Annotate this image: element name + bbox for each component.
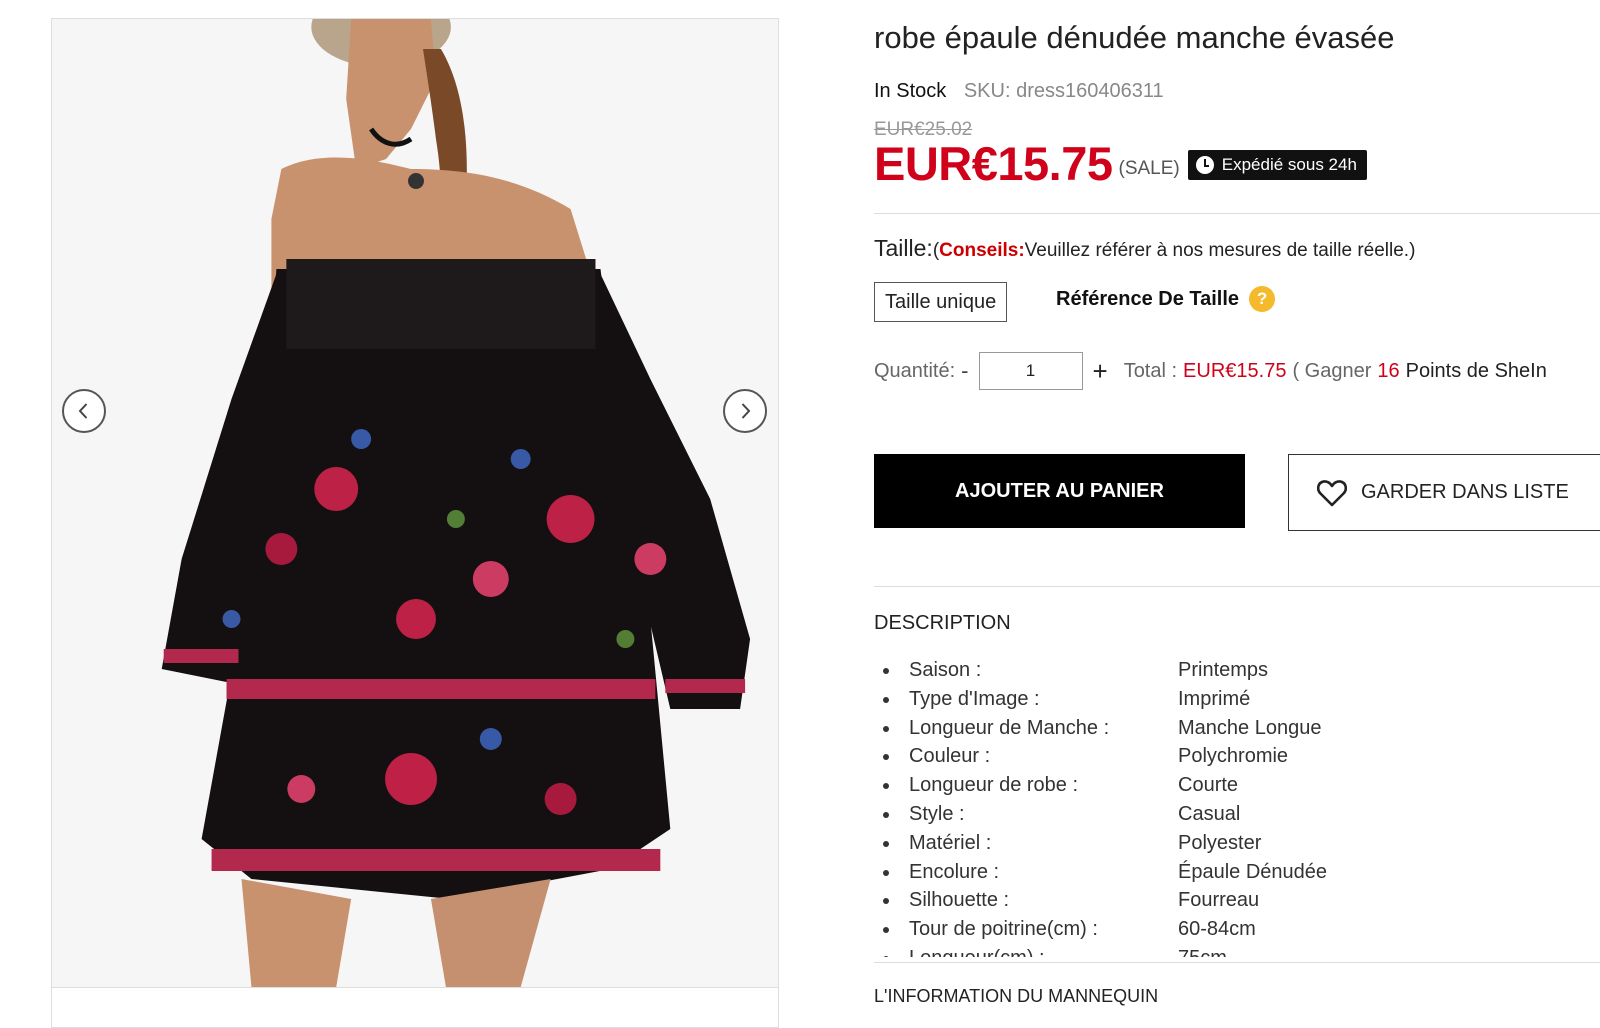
tips-text: Veuillez référer à nos mesures de taille…	[1024, 240, 1416, 261]
divider	[874, 213, 1600, 214]
add-to-cart-button[interactable]: AJOUTER AU PANIER	[874, 454, 1245, 528]
question-icon: ?	[1249, 286, 1276, 312]
bullet	[883, 927, 889, 934]
size-label-row: Taille:(Conseils:Veuillez référer à nos …	[874, 235, 1415, 262]
size-option-one-size[interactable]: Taille unique	[874, 282, 1008, 322]
quantity-increase-button[interactable]: +	[1093, 356, 1108, 387]
description-value: 60-84cm	[1178, 918, 1256, 941]
size-label: Taille:	[874, 235, 933, 261]
shipping-badge: Expédié sous 24h	[1187, 150, 1367, 180]
description-key: Longueur(cm) :	[909, 947, 1045, 957]
gallery-prev-button[interactable]	[62, 389, 106, 433]
description-value: Fourreau	[1178, 889, 1260, 912]
size-reference-label: Référence De Taille	[1056, 287, 1240, 310]
wishlist-button[interactable]: GARDER DANS LISTE	[1288, 454, 1600, 531]
description-key: Encolure :	[909, 860, 1000, 883]
stock-row: In Stock SKU: dress160406311	[874, 80, 1164, 103]
stock-status: In Stock	[874, 80, 947, 102]
divider	[874, 962, 1600, 963]
description-value: Imprimé	[1178, 687, 1251, 710]
description-key: Longueur de robe :	[909, 774, 1079, 797]
quantity-input[interactable]	[978, 352, 1083, 390]
description-key: Couleur :	[909, 745, 991, 768]
shipping-badge-label: Expédié sous 24h	[1221, 155, 1357, 174]
description-value: Manche Longue	[1178, 716, 1322, 739]
tips-strong: Conseils:	[939, 240, 1025, 261]
description-value: Polychromie	[1178, 745, 1289, 768]
gallery-next-button[interactable]	[723, 389, 767, 433]
quantity-label: Quantité:	[874, 359, 956, 382]
description-value: Casual	[1178, 802, 1241, 825]
description-key: Longueur de Manche :	[909, 716, 1110, 739]
description-item: Longueur de Manche : Manche Longue	[874, 715, 1600, 744]
total-label: Total :	[1123, 359, 1178, 382]
earn-points-suffix: Points de SheIn	[1405, 359, 1547, 382]
description-value: Polyester	[1178, 831, 1262, 854]
sale-price: EUR€15.75	[874, 136, 1113, 190]
heart-icon	[1317, 479, 1347, 506]
description-key: Silhouette :	[909, 889, 1010, 912]
description-item: Couleur : Polychromie	[874, 743, 1600, 772]
chevron-right-icon	[741, 403, 751, 419]
model-info-heading: L'INFORMATION DU MANNEQUIN	[874, 986, 1159, 1006]
sale-tag: (SALE)	[1118, 158, 1180, 179]
description-item: Longueur de robe : Courte	[874, 772, 1600, 801]
bullet	[883, 668, 889, 674]
chevron-left-icon	[78, 403, 88, 419]
bullet	[883, 783, 889, 790]
description-item: Silhouette : Fourreau	[874, 887, 1600, 916]
earn-points-count: 16	[1377, 359, 1400, 382]
description-item: Matériel : Polyester	[874, 830, 1600, 859]
quantity-decrease-button[interactable]: -	[961, 358, 968, 384]
bullet	[883, 840, 889, 847]
total-value: EUR€15.75	[1183, 359, 1287, 382]
bullet	[883, 754, 889, 761]
product-photo	[52, 19, 778, 987]
description-item: Longueur(cm) : 75cm	[874, 945, 1600, 957]
description-value: Printemps	[1178, 659, 1269, 681]
description-value: 75cm	[1178, 947, 1227, 957]
description-item: Style : Casual	[874, 801, 1600, 830]
description-heading: DESCRIPTION	[874, 612, 1011, 634]
description-key: Matériel :	[909, 831, 992, 854]
bullet	[883, 898, 889, 905]
earn-points-prefix: ( Gagner	[1292, 359, 1372, 382]
description-item: Saison : Printemps	[874, 657, 1600, 686]
description-key: Style :	[909, 802, 965, 825]
price-row: EUR€15.75 (SALE) Expédié sous 24h	[874, 136, 1367, 190]
quantity-row: Quantité: - + Total : EUR€15.75 ( Gagner…	[874, 352, 1547, 390]
description-item: Encolure : Épaule Dénudée	[874, 859, 1600, 888]
description-key: Tour de poitrine(cm) :	[909, 918, 1098, 941]
product-title: robe épaule dénudée manche évasée	[874, 20, 1395, 55]
divider	[874, 586, 1600, 587]
bullet	[883, 696, 889, 703]
sku-text: SKU: dress160406311	[963, 80, 1164, 102]
description-value: Épaule Dénudée	[1178, 860, 1328, 883]
description-value: Courte	[1178, 774, 1239, 797]
description-key: Type d'Image :	[909, 687, 1040, 710]
description-list: Saison : Printemps Type d'Image : Imprimé …	[874, 657, 1600, 957]
wishlist-button-label: GARDER DANS LISTE	[1361, 481, 1569, 503]
size-reference-link[interactable]: Référence De Taille ?	[1056, 286, 1276, 312]
bullet	[883, 725, 889, 732]
bullet	[883, 955, 889, 957]
description-key: Saison :	[909, 659, 982, 681]
bullet	[883, 811, 889, 818]
product-gallery	[51, 18, 779, 1028]
description-item: Type d'Image : Imprimé	[874, 686, 1600, 715]
description-item: Tour de poitrine(cm) : 60-84cm	[874, 916, 1600, 945]
product-info: robe épaule dénudée manche évasée In Sto…	[874, 0, 1600, 1022]
clock-icon	[1195, 156, 1214, 174]
bullet	[883, 869, 889, 876]
